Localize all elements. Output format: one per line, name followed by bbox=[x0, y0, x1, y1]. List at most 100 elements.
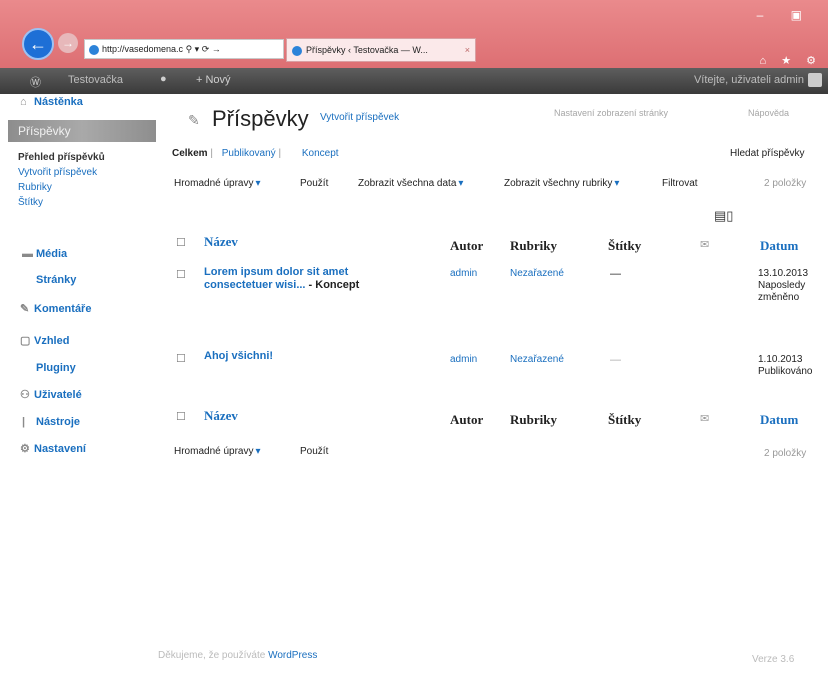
select-all-checkbox-bottom[interactable]: ☐ bbox=[176, 410, 186, 423]
bulk-actions-select-bottom[interactable]: Hromadné úpravy ▾ bbox=[174, 446, 265, 457]
post-date: 13.10.2013 Naposledy změněno bbox=[758, 268, 809, 303]
column-date[interactable]: Datum bbox=[760, 238, 798, 254]
menu-users[interactable]: ⚇ Uživatelé bbox=[20, 388, 178, 401]
menu-plugins[interactable]: Pluginy bbox=[22, 362, 180, 374]
post-title-link[interactable]: Ahoj všichni! bbox=[204, 350, 273, 363]
bulk-actions-label-bottom: Hromadné úpravy bbox=[174, 446, 254, 457]
select-all-checkbox[interactable]: ☐ bbox=[176, 236, 186, 249]
categories-label: Zobrazit všechny rubriky bbox=[504, 178, 613, 189]
row-checkbox[interactable]: ☐ bbox=[176, 268, 186, 281]
column-date-bottom[interactable]: Datum bbox=[760, 412, 798, 428]
menu-plugins-label: Pluginy bbox=[36, 362, 76, 374]
comments-column-icon[interactable]: ✉ bbox=[700, 238, 709, 251]
screen-options-tab[interactable]: Nastavení zobrazení stránky bbox=[554, 108, 668, 118]
menu-pages[interactable]: Stránky bbox=[22, 274, 180, 286]
dates-select[interactable]: Zobrazit všechna data ▾ bbox=[358, 178, 467, 189]
menu-dashboard[interactable]: ⌂ Nástěnka bbox=[20, 96, 178, 108]
wordpress-link[interactable]: WordPress bbox=[268, 650, 317, 661]
apply-button-bottom[interactable]: Použít bbox=[300, 446, 328, 457]
posts-pin-icon: ✎ bbox=[188, 112, 200, 128]
column-author-bottom: Autor bbox=[450, 412, 484, 427]
menu-media[interactable]: ▬ Média bbox=[22, 248, 180, 260]
dashboard-icon: ⌂ bbox=[20, 96, 27, 108]
menu-comments-label: Komentáře bbox=[34, 303, 92, 315]
add-new-post-button[interactable]: Vytvořit příspěvek bbox=[320, 112, 399, 123]
submenu-tags[interactable]: Štítky bbox=[18, 197, 176, 208]
row-checkbox[interactable]: ☐ bbox=[176, 352, 186, 365]
list-view-icon[interactable]: ▤▯ bbox=[714, 208, 733, 224]
post-date: 1.10.2013 Publikováno bbox=[758, 354, 813, 377]
filter-draft[interactable]: Koncept bbox=[302, 148, 339, 159]
dates-label: Zobrazit všechna data bbox=[358, 178, 457, 189]
post-tags: — bbox=[610, 268, 621, 280]
status-filters: Celkem | Publikovaný | Koncept bbox=[172, 148, 339, 159]
column-categories: Rubriky bbox=[510, 238, 557, 253]
post-author[interactable]: admin bbox=[450, 268, 477, 279]
howdy-link[interactable]: Vítejte, uživateli admin bbox=[694, 74, 804, 86]
avatar[interactable] bbox=[808, 73, 822, 87]
users-icon: ⚇ bbox=[20, 389, 30, 401]
address-bar[interactable]: http://vasedomena.c ⚲ ▾ ⟳ → bbox=[84, 39, 284, 59]
appearance-icon: ▢ bbox=[20, 335, 31, 347]
items-count: 2 položky bbox=[764, 178, 807, 189]
categories-select[interactable]: Zobrazit všechny rubriky ▾ bbox=[504, 178, 623, 189]
ie-tab-icon bbox=[292, 45, 302, 56]
site-name-link[interactable]: Testovačka bbox=[68, 74, 123, 86]
settings-icon: ⚙ bbox=[20, 443, 30, 455]
media-icon: ▬ bbox=[22, 248, 33, 260]
tab-close-icon[interactable]: × bbox=[465, 39, 470, 61]
items-count-bottom: 2 položky bbox=[764, 448, 807, 459]
menu-appearance-label: Vzhled bbox=[34, 335, 70, 347]
search-posts-button[interactable]: Hledat příspěvky bbox=[730, 148, 804, 159]
bulk-actions-select[interactable]: Hromadné úpravy ▾ bbox=[174, 178, 265, 189]
comments-icon[interactable]: ● bbox=[160, 73, 167, 85]
chevron-down-icon: ▾ bbox=[255, 178, 261, 189]
browser-titlebar: ← → http://vasedomena.c ⚲ ▾ ⟳ → Příspěvk… bbox=[0, 0, 828, 68]
post-category[interactable]: Nezařazené bbox=[510, 268, 564, 279]
browser-toolbar-icons[interactable]: ⌂ ★ ⚙ bbox=[760, 54, 822, 67]
ie-icon bbox=[89, 44, 99, 55]
filter-all[interactable]: Celkem bbox=[172, 148, 208, 159]
submenu-categories[interactable]: Rubriky bbox=[18, 182, 176, 193]
wordpress-icon[interactable]: Ⓦ bbox=[30, 74, 41, 90]
submenu-all-posts[interactable]: Přehled příspěvků bbox=[18, 152, 176, 163]
menu-settings[interactable]: ⚙ Nastavení bbox=[20, 442, 178, 455]
filter-button[interactable]: Filtrovat bbox=[662, 178, 698, 189]
window-controls[interactable]: – ▣ bbox=[757, 8, 814, 22]
forward-arrow-icon[interactable]: → bbox=[58, 33, 78, 53]
post-author[interactable]: admin bbox=[450, 354, 477, 365]
menu-pages-label: Stránky bbox=[36, 274, 77, 286]
menu-comments[interactable]: ✎ Komentáře bbox=[20, 302, 178, 315]
chevron-down-icon: ▾ bbox=[614, 178, 620, 189]
comments-column-icon-bottom[interactable]: ✉ bbox=[700, 412, 709, 425]
post-category[interactable]: Nezařazené bbox=[510, 354, 564, 365]
column-tags: Štítky bbox=[608, 238, 642, 253]
tools-icon: | bbox=[22, 416, 26, 428]
submenu-add-new[interactable]: Vytvořit příspěvek bbox=[18, 167, 176, 178]
admin-footer: Děkujeme, že používáte WordPress bbox=[158, 650, 317, 661]
tab-title: Příspěvky ‹ Testovačka — W... bbox=[306, 45, 428, 55]
help-tab[interactable]: Nápověda bbox=[748, 108, 789, 118]
menu-tools-label: Nástroje bbox=[36, 416, 81, 428]
menu-appearance[interactable]: ▢ Vzhled bbox=[20, 334, 178, 347]
menu-settings-label: Nastavení bbox=[34, 443, 86, 455]
menu-tools[interactable]: | Nástroje bbox=[22, 416, 180, 428]
wp-admin-bar: Ⓦ Testovačka ● + Nový Vítejte, uživateli… bbox=[0, 68, 828, 94]
back-arrow-icon[interactable]: ← bbox=[22, 28, 54, 60]
filter-separator: | bbox=[278, 148, 282, 159]
menu-media-label: Média bbox=[36, 248, 68, 260]
version-text: Verze 3.6 bbox=[752, 654, 795, 665]
new-content-link[interactable]: + Nový bbox=[196, 74, 231, 86]
address-icons[interactable]: ⚲ ▾ ⟳ → bbox=[186, 44, 221, 54]
menu-posts-active[interactable]: Příspěvky bbox=[8, 120, 156, 142]
bulk-actions-label: Hromadné úpravy bbox=[174, 178, 254, 189]
column-title-bottom[interactable]: Název bbox=[204, 408, 238, 424]
post-title-link[interactable]: Lorem ipsum dolor sit amet consectetuer … bbox=[204, 266, 404, 292]
apply-button[interactable]: Použít bbox=[300, 178, 328, 189]
column-title[interactable]: Název bbox=[204, 234, 238, 250]
browser-tab[interactable]: Příspěvky ‹ Testovačka — W... × bbox=[286, 38, 476, 62]
post-tags: — bbox=[610, 354, 621, 366]
footer-thanks: Děkujeme, že používáte bbox=[158, 650, 266, 661]
menu-dashboard-label: Nástěnka bbox=[34, 96, 83, 108]
filter-published[interactable]: Publikovaný bbox=[222, 148, 276, 159]
